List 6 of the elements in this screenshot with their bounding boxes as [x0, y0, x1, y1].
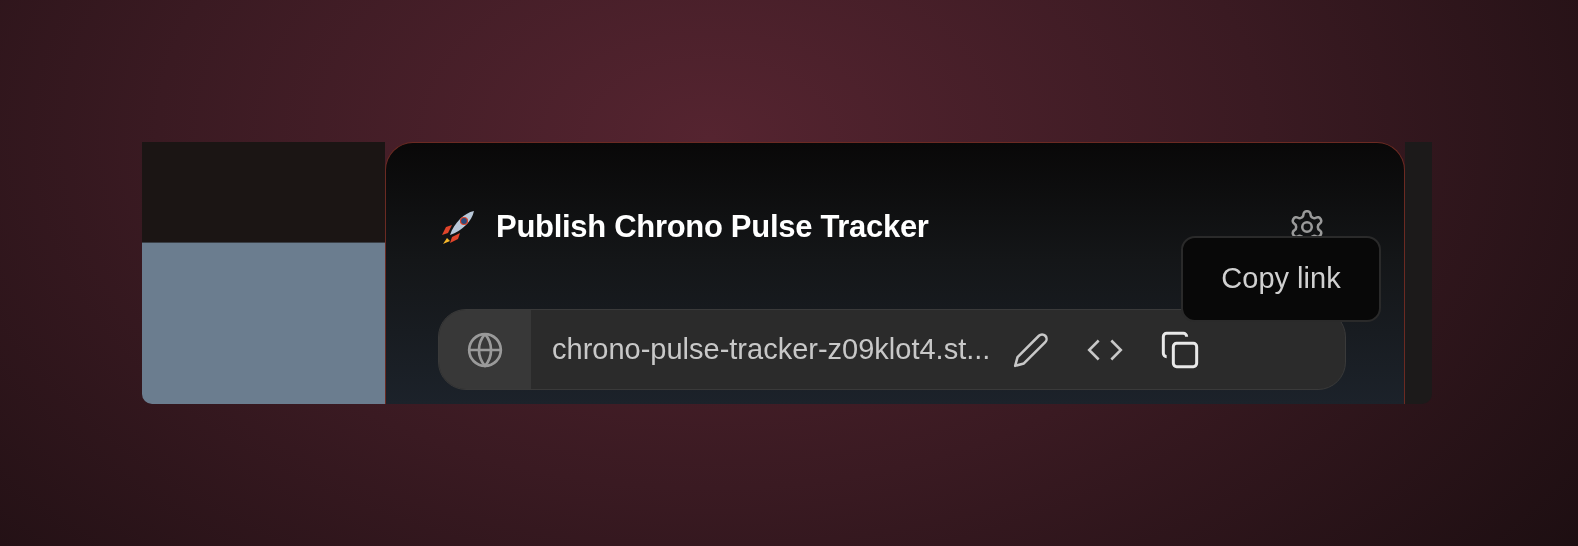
globe-icon — [466, 330, 504, 369]
url-text: chrono-pulse-tracker-z09klot4.st... — [552, 331, 991, 367]
tooltip: Copy link — [1181, 236, 1381, 322]
edit-icon[interactable] — [1012, 330, 1051, 369]
dialog-title: Publish Chrono Pulse Tracker — [496, 207, 929, 246]
copy-icon[interactable] — [1160, 329, 1201, 370]
